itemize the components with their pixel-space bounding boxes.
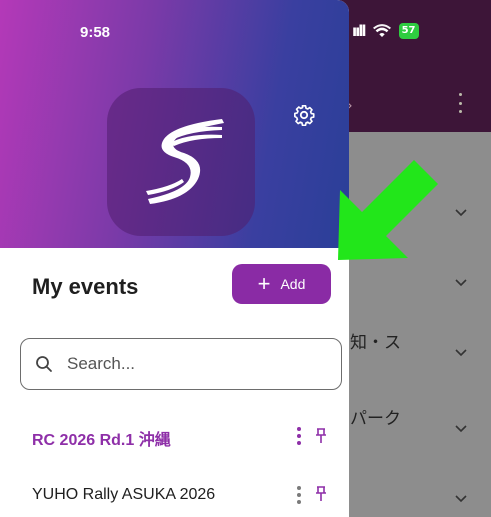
chevron-down-icon (454, 494, 468, 504)
chevron-down-icon (454, 208, 468, 218)
add-event-button[interactable]: + Add (232, 264, 331, 304)
list-item[interactable]: 知・ス (350, 328, 491, 368)
list-item[interactable]: パーク (350, 404, 491, 444)
event-name: YUHO Rally ASUKA 2026 (32, 486, 216, 503)
list-item[interactable] (350, 486, 491, 516)
plus-icon: + (257, 271, 271, 296)
battery-indicator: 57 (398, 23, 419, 39)
overflow-menu-icon[interactable] (457, 93, 463, 113)
pin-icon[interactable] (315, 428, 327, 444)
more-vert-icon[interactable] (297, 486, 301, 504)
event-item[interactable]: YUHO Rally ASUKA 2026 (0, 466, 349, 517)
pin-icon[interactable] (315, 486, 327, 502)
event-item-active[interactable]: RC 2026 Rd.1 沖縄 (0, 406, 349, 466)
section-title: My events (32, 274, 139, 299)
settings-gear-icon[interactable] (293, 104, 315, 127)
wifi-icon (372, 24, 391, 38)
search-field[interactable] (20, 338, 342, 390)
more-vert-icon[interactable] (297, 427, 301, 445)
navigation-drawer: 9:58 My events + Add RC 2026 Rd.1 沖縄 (0, 0, 349, 517)
chevron-down-icon (454, 348, 468, 358)
chevron-down-icon (454, 424, 468, 434)
app-logo (107, 88, 255, 236)
event-name: RC 2026 Rd.1 沖縄 (32, 432, 171, 449)
add-button-label: Add (280, 276, 306, 292)
status-bar-right: ııll 57 (352, 22, 419, 40)
chevron-down-icon (454, 278, 468, 288)
list-item[interactable] (350, 268, 491, 298)
status-time: 9:58 (80, 24, 111, 41)
annotation-arrow-icon (338, 160, 438, 260)
search-input[interactable] (67, 354, 307, 374)
cellular-icon: ııll (352, 22, 367, 40)
drawer-header: 9:58 (0, 0, 349, 248)
search-icon (35, 355, 53, 373)
